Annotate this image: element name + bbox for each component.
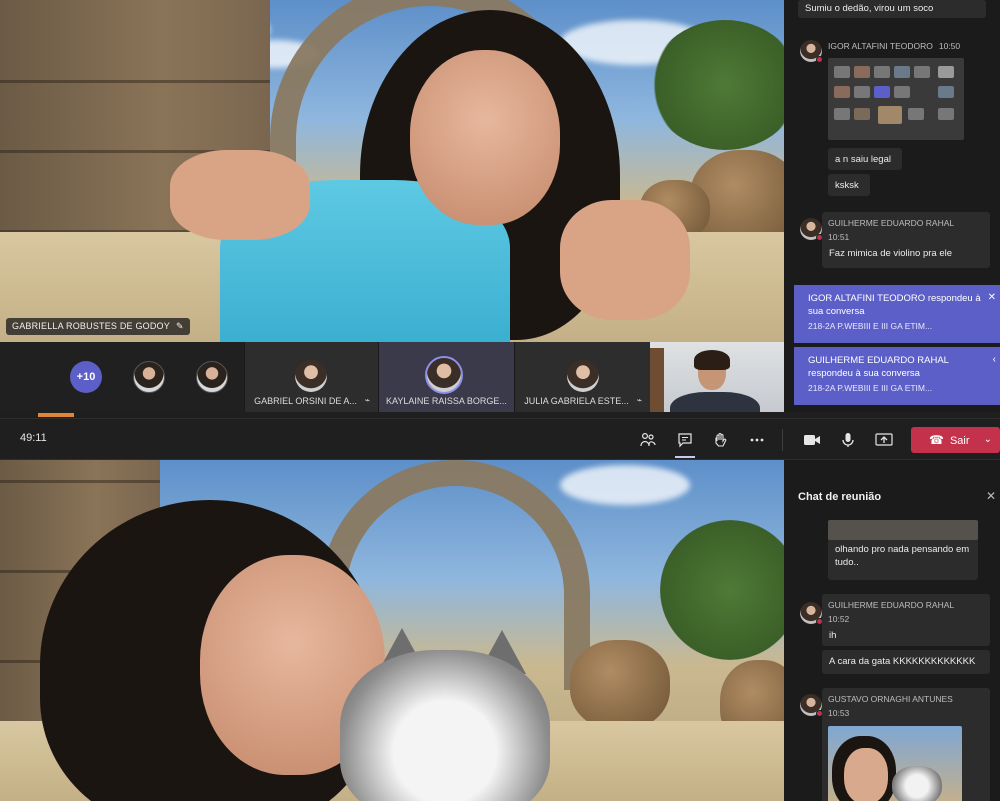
- chat-title: Chat de reunião: [798, 491, 882, 503]
- progress-marker: [38, 413, 74, 417]
- meeting-toolbar: 49:11 ☎ Sair ⌄: [0, 413, 1000, 460]
- sender-name: IGOR ALTAFINI TEODORO: [828, 41, 933, 51]
- avatar[interactable]: [800, 694, 823, 717]
- mic-small-icon: ⌁: [364, 395, 370, 405]
- mic-icon[interactable]: [834, 426, 862, 454]
- chat-message-text: ih: [829, 630, 837, 641]
- meeting-timer: 49:11: [20, 432, 47, 444]
- participant-tile-label: GABRIEL ORSINI DE A...: [254, 396, 357, 406]
- participant-tile[interactable]: KAYLAINE RAISSA BORGE...: [378, 342, 514, 412]
- message-time: 10:51: [828, 232, 850, 242]
- chat-message: GUSTAVO ORNAGHI ANTUNES 10:53: [822, 688, 990, 801]
- main-video-top: GABRIELLA ROBUSTES DE GODOY ✎: [0, 0, 784, 342]
- mic-small-icon: ⌁: [636, 395, 642, 405]
- chat-icon[interactable]: [671, 426, 699, 458]
- phone-icon: ☎: [929, 433, 944, 447]
- raise-hand-icon[interactable]: [706, 426, 734, 454]
- close-icon[interactable]: ‹: [993, 353, 996, 366]
- chat-sender: IGOR ALTAFINI TEODORO 10:50: [828, 41, 960, 51]
- avatar[interactable]: [800, 602, 823, 625]
- chat-message: GUILHERME EDUARDO RAHAL 10:51 Faz mimica…: [822, 212, 990, 268]
- participant-tile-label: KAYLAINE RAISSA BORGE...: [386, 396, 507, 406]
- pin-icon[interactable]: ✎: [176, 321, 184, 331]
- chat-message-text: ksksk: [835, 180, 859, 191]
- more-icon[interactable]: [743, 426, 771, 454]
- chat-message-text: A cara da gata KKKKKKKKKKKKK: [829, 656, 976, 667]
- self-body: [670, 392, 760, 412]
- chat-message: a n saiu legal: [828, 148, 902, 170]
- toolbar-divider: [782, 429, 783, 451]
- notification-subtitle: 218-2A P.WEBIII E III GA ETIM...: [808, 321, 933, 331]
- close-icon[interactable]: ✕: [986, 489, 996, 503]
- picture-frame: [650, 348, 664, 412]
- notification-title: IGOR ALTAFINI TEODORO respondeu à sua co…: [808, 293, 981, 317]
- participant-avatar[interactable]: [133, 361, 165, 393]
- participants-icon[interactable]: [634, 426, 662, 454]
- participant-tile[interactable]: GABRIEL ORSINI DE A... ⌁: [244, 342, 378, 412]
- participant-avatar[interactable]: [196, 361, 228, 393]
- avatar: [425, 356, 463, 394]
- chat-message-text: a n saiu legal: [835, 154, 891, 165]
- notification-subtitle: 218-2A P.WEBIII E III GA ETIM...: [808, 383, 933, 393]
- leave-label: Sair: [949, 435, 970, 447]
- speaker-name-tag: GABRIELLA ROBUSTES DE GODOY ✎: [6, 318, 190, 335]
- status-dot: [816, 56, 823, 63]
- sender-name: GUILHERME EDUARDO RAHAL: [828, 218, 955, 228]
- chat-message: ksksk: [828, 174, 870, 196]
- reply-notification[interactable]: GUILHERME EDUARDO RAHAL respondeu à sua …: [794, 347, 1000, 405]
- avatar: [295, 360, 327, 392]
- speaker-name: GABRIELLA ROBUSTES DE GODOY: [12, 321, 170, 331]
- reply-notification[interactable]: IGOR ALTAFINI TEODORO respondeu à sua co…: [794, 285, 1000, 343]
- avatar[interactable]: [800, 218, 823, 241]
- chevron-down-icon[interactable]: ⌄: [984, 427, 992, 453]
- chat-message: GUILHERME EDUARDO RAHAL 10:52 ih: [822, 594, 990, 646]
- self-view-video[interactable]: [650, 342, 784, 412]
- more-participants-button[interactable]: +10: [70, 361, 102, 393]
- chat-message-text: olhando pro nada pensando em tudo..: [835, 544, 970, 568]
- message-time: 10:50: [938, 41, 961, 51]
- chat-message: olhando pro nada pensando em tudo..: [828, 520, 978, 580]
- notification-title: GUILHERME EDUARDO RAHAL respondeu à sua …: [808, 355, 949, 379]
- shared-image-thumbnail[interactable]: [828, 520, 978, 540]
- camera-icon[interactable]: [798, 426, 826, 454]
- participant-tile[interactable]: JULIA GABRIELA ESTE... ⌁: [514, 342, 650, 412]
- chat-message: Sumiu o dedão, virou um soco: [798, 0, 986, 18]
- share-icon[interactable]: [870, 426, 898, 454]
- self-hair: [694, 350, 730, 370]
- avatar[interactable]: [800, 40, 823, 63]
- shared-image-thumbnail[interactable]: [828, 726, 962, 801]
- chat-panel-bottom: Chat de reunião ✕ olhando pro nada pensa…: [784, 460, 1000, 801]
- participant-tile-label: JULIA GABRIELA ESTE...: [524, 396, 629, 406]
- main-video-bottom: [0, 460, 784, 801]
- avatar: [567, 360, 599, 392]
- chat-message-text: Faz mimica de violino pra ele: [829, 248, 953, 259]
- sender-name: GUSTAVO ORNAGHI ANTUNES: [828, 694, 953, 704]
- leave-button[interactable]: ☎ Sair ⌄: [911, 427, 1000, 453]
- shared-screenshot-thumbnail[interactable]: [828, 58, 964, 140]
- close-icon[interactable]: ✕: [988, 291, 996, 304]
- message-time: 10:53: [828, 708, 850, 718]
- chat-message-text: Sumiu o dedão, virou um soco: [805, 3, 934, 14]
- sender-name: GUILHERME EDUARDO RAHAL: [828, 600, 955, 610]
- chat-message: A cara da gata KKKKKKKKKKKKK: [822, 650, 990, 674]
- message-time: 10:52: [828, 614, 850, 624]
